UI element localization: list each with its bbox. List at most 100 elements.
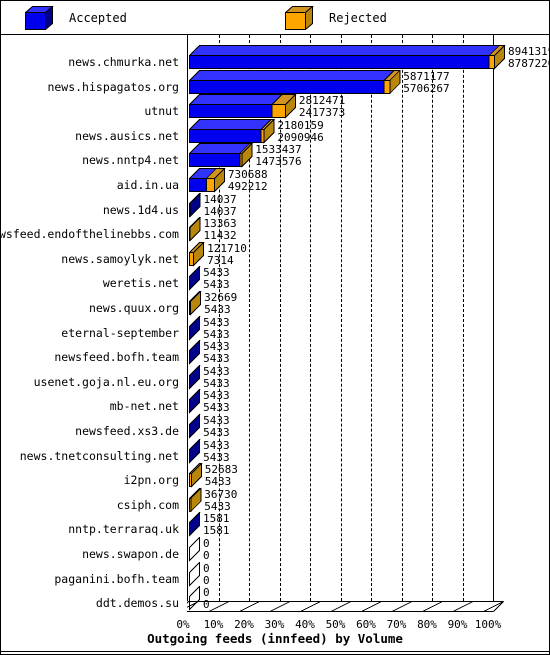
category-label: newsfeed.xs3.de: [75, 424, 179, 438]
bar-group: [189, 217, 202, 242]
bar-group: [189, 192, 202, 218]
bar-value-total: 1533437: [255, 143, 302, 157]
category-label: newsfeed.bofh.team: [54, 350, 179, 365]
x-axis: 0% 10% 20% 30% 40% 50% 60% 70% 80% 90% 100%: [176, 601, 549, 631]
category-label: csiph.com: [116, 497, 179, 512]
bar-group: [189, 364, 201, 390]
bar-value-total: 121710: [207, 241, 247, 255]
bar-value-accepted: 2090946: [277, 130, 324, 144]
bar-value-accepted: 7314: [207, 253, 234, 267]
chart-plot-area: news.chmurka.net news.hispagatos.org utnut…: [1, 35, 549, 654]
bar-group: [189, 438, 201, 464]
bar-value-accepted: 5433: [204, 303, 231, 316]
category-label: ddt.demos.su: [95, 596, 179, 611]
x-axis-tick-label: 90%: [447, 618, 468, 631]
bar-value-total: 32669: [204, 291, 238, 304]
bar-value-total: 5871177: [403, 69, 450, 83]
bar-group: [189, 487, 202, 513]
bar-value-total: 36730: [204, 487, 238, 501]
category-label: aid.in.ua: [116, 178, 179, 192]
bar-group: [189, 389, 201, 415]
bar-value-total: 5433: [203, 315, 230, 329]
title-divider: [1, 651, 549, 652]
bar-value-total: 5433: [203, 389, 230, 403]
category-label: news.1d4.us: [102, 202, 179, 217]
bar-value-accepted: 14037: [203, 204, 237, 218]
bar-group: [189, 118, 276, 144]
x-axis-tick-label: 10%: [203, 618, 224, 631]
bar-group: [189, 94, 297, 119]
bar-value-total: 2180159: [277, 118, 324, 132]
chart-legend: Accepted Rejected: [1, 1, 549, 35]
grid-line-50: [340, 35, 342, 601]
bar-value-total: 52683: [204, 463, 238, 477]
category-label: news.chmurka.net: [68, 55, 179, 69]
category-label: news.ausics.net: [75, 128, 179, 143]
bar-value-accepted: 8787220: [508, 57, 550, 70]
bar-group: [189, 266, 201, 292]
bar-value-total: 2812471: [298, 94, 346, 108]
bar-value-accepted: 2417373: [298, 106, 346, 120]
bar-value-total: 5433: [203, 364, 230, 378]
bar-value-accepted: 11432: [203, 229, 237, 243]
y-axis-line: [187, 35, 188, 601]
category-label: nntp.terraraq.uk: [68, 522, 179, 537]
bar-value-total: 5433: [203, 266, 230, 280]
grid-line-80: [432, 35, 433, 601]
bar-value-total: 730688: [227, 168, 268, 181]
chart-window: Accepted Rejected news.chmurka.net news.h…: [0, 0, 550, 655]
bar-value-total: 0: [203, 586, 210, 600]
bar-value-accepted: 492212: [227, 180, 268, 193]
x-axis-tick-label: 30%: [264, 618, 285, 631]
bar-value-accepted: 5433: [203, 376, 230, 390]
category-label: news.quux.org: [88, 301, 179, 315]
category-label: usenet.goja.nl.eu.org: [33, 374, 179, 389]
legend-label-rejected: Rejected: [329, 11, 387, 25]
bar-value-accepted: 1473576: [255, 155, 302, 169]
x-axis-tick-label: 0%: [176, 618, 190, 631]
bar-value-accepted: 1581: [203, 524, 230, 538]
category-label-column: news.chmurka.net news.hispagatos.org utnut…: [0, 35, 187, 611]
bar-group: [189, 45, 506, 70]
category-label: i2pn.org: [123, 473, 179, 488]
category-label: news.nntp4.net: [82, 153, 179, 168]
bar-group: [189, 69, 401, 95]
bar-value-accepted: 5433: [203, 352, 230, 366]
bar-value-total: 0: [203, 561, 210, 575]
bar-value-accepted: 0: [203, 549, 210, 562]
grid-line-100: [493, 35, 494, 601]
bar-value-total: 5433: [203, 414, 230, 427]
category-label: news.samoylyk.net: [61, 251, 179, 266]
bar-value-accepted: 5433: [204, 475, 232, 489]
category-label: paganini.bofh.team: [54, 571, 179, 586]
bar-group: [189, 315, 201, 341]
cube-icon: [285, 6, 315, 30]
category-label: news.tnetconsulting.net: [19, 448, 179, 463]
category-label: news.hispagatos.org: [47, 79, 179, 94]
bar-value-total: 14037: [203, 192, 237, 206]
legend-label-accepted: Accepted: [69, 11, 127, 25]
bar-group: [189, 537, 201, 562]
bars-and-grid: 8941319 8787220 5871177 5706267 2812471 24173…: [187, 35, 550, 611]
category-label: news.swapon.de: [82, 547, 179, 561]
bar-value-accepted: 5433: [203, 278, 230, 292]
bar-group: [189, 168, 226, 193]
x-axis-tick-label: 20%: [234, 618, 254, 631]
grid-line-60: [371, 35, 372, 601]
x-axis-tick-label: 70%: [386, 618, 407, 631]
bar-value-accepted: 5433: [203, 401, 230, 415]
x-axis-tick-label: 80%: [417, 618, 437, 631]
chart-title: Outgoing feeds (innfeed) by Volume: [147, 631, 403, 646]
bar-group: [189, 340, 201, 365]
bar-group: [189, 241, 205, 267]
bar-value-total: 0: [203, 537, 210, 550]
bar-value-accepted: 5706267: [403, 81, 450, 95]
category-label: newsfeed.endofthelinebbs.com: [0, 227, 179, 242]
bar-group: [189, 512, 201, 538]
legend-item-rejected: Rejected: [285, 1, 387, 35]
bar-value-total: 5433: [203, 438, 230, 452]
grid-line-90: [462, 35, 464, 601]
grid-line-70: [401, 35, 403, 601]
bar-group: [189, 414, 201, 439]
bar-group: [189, 143, 254, 169]
